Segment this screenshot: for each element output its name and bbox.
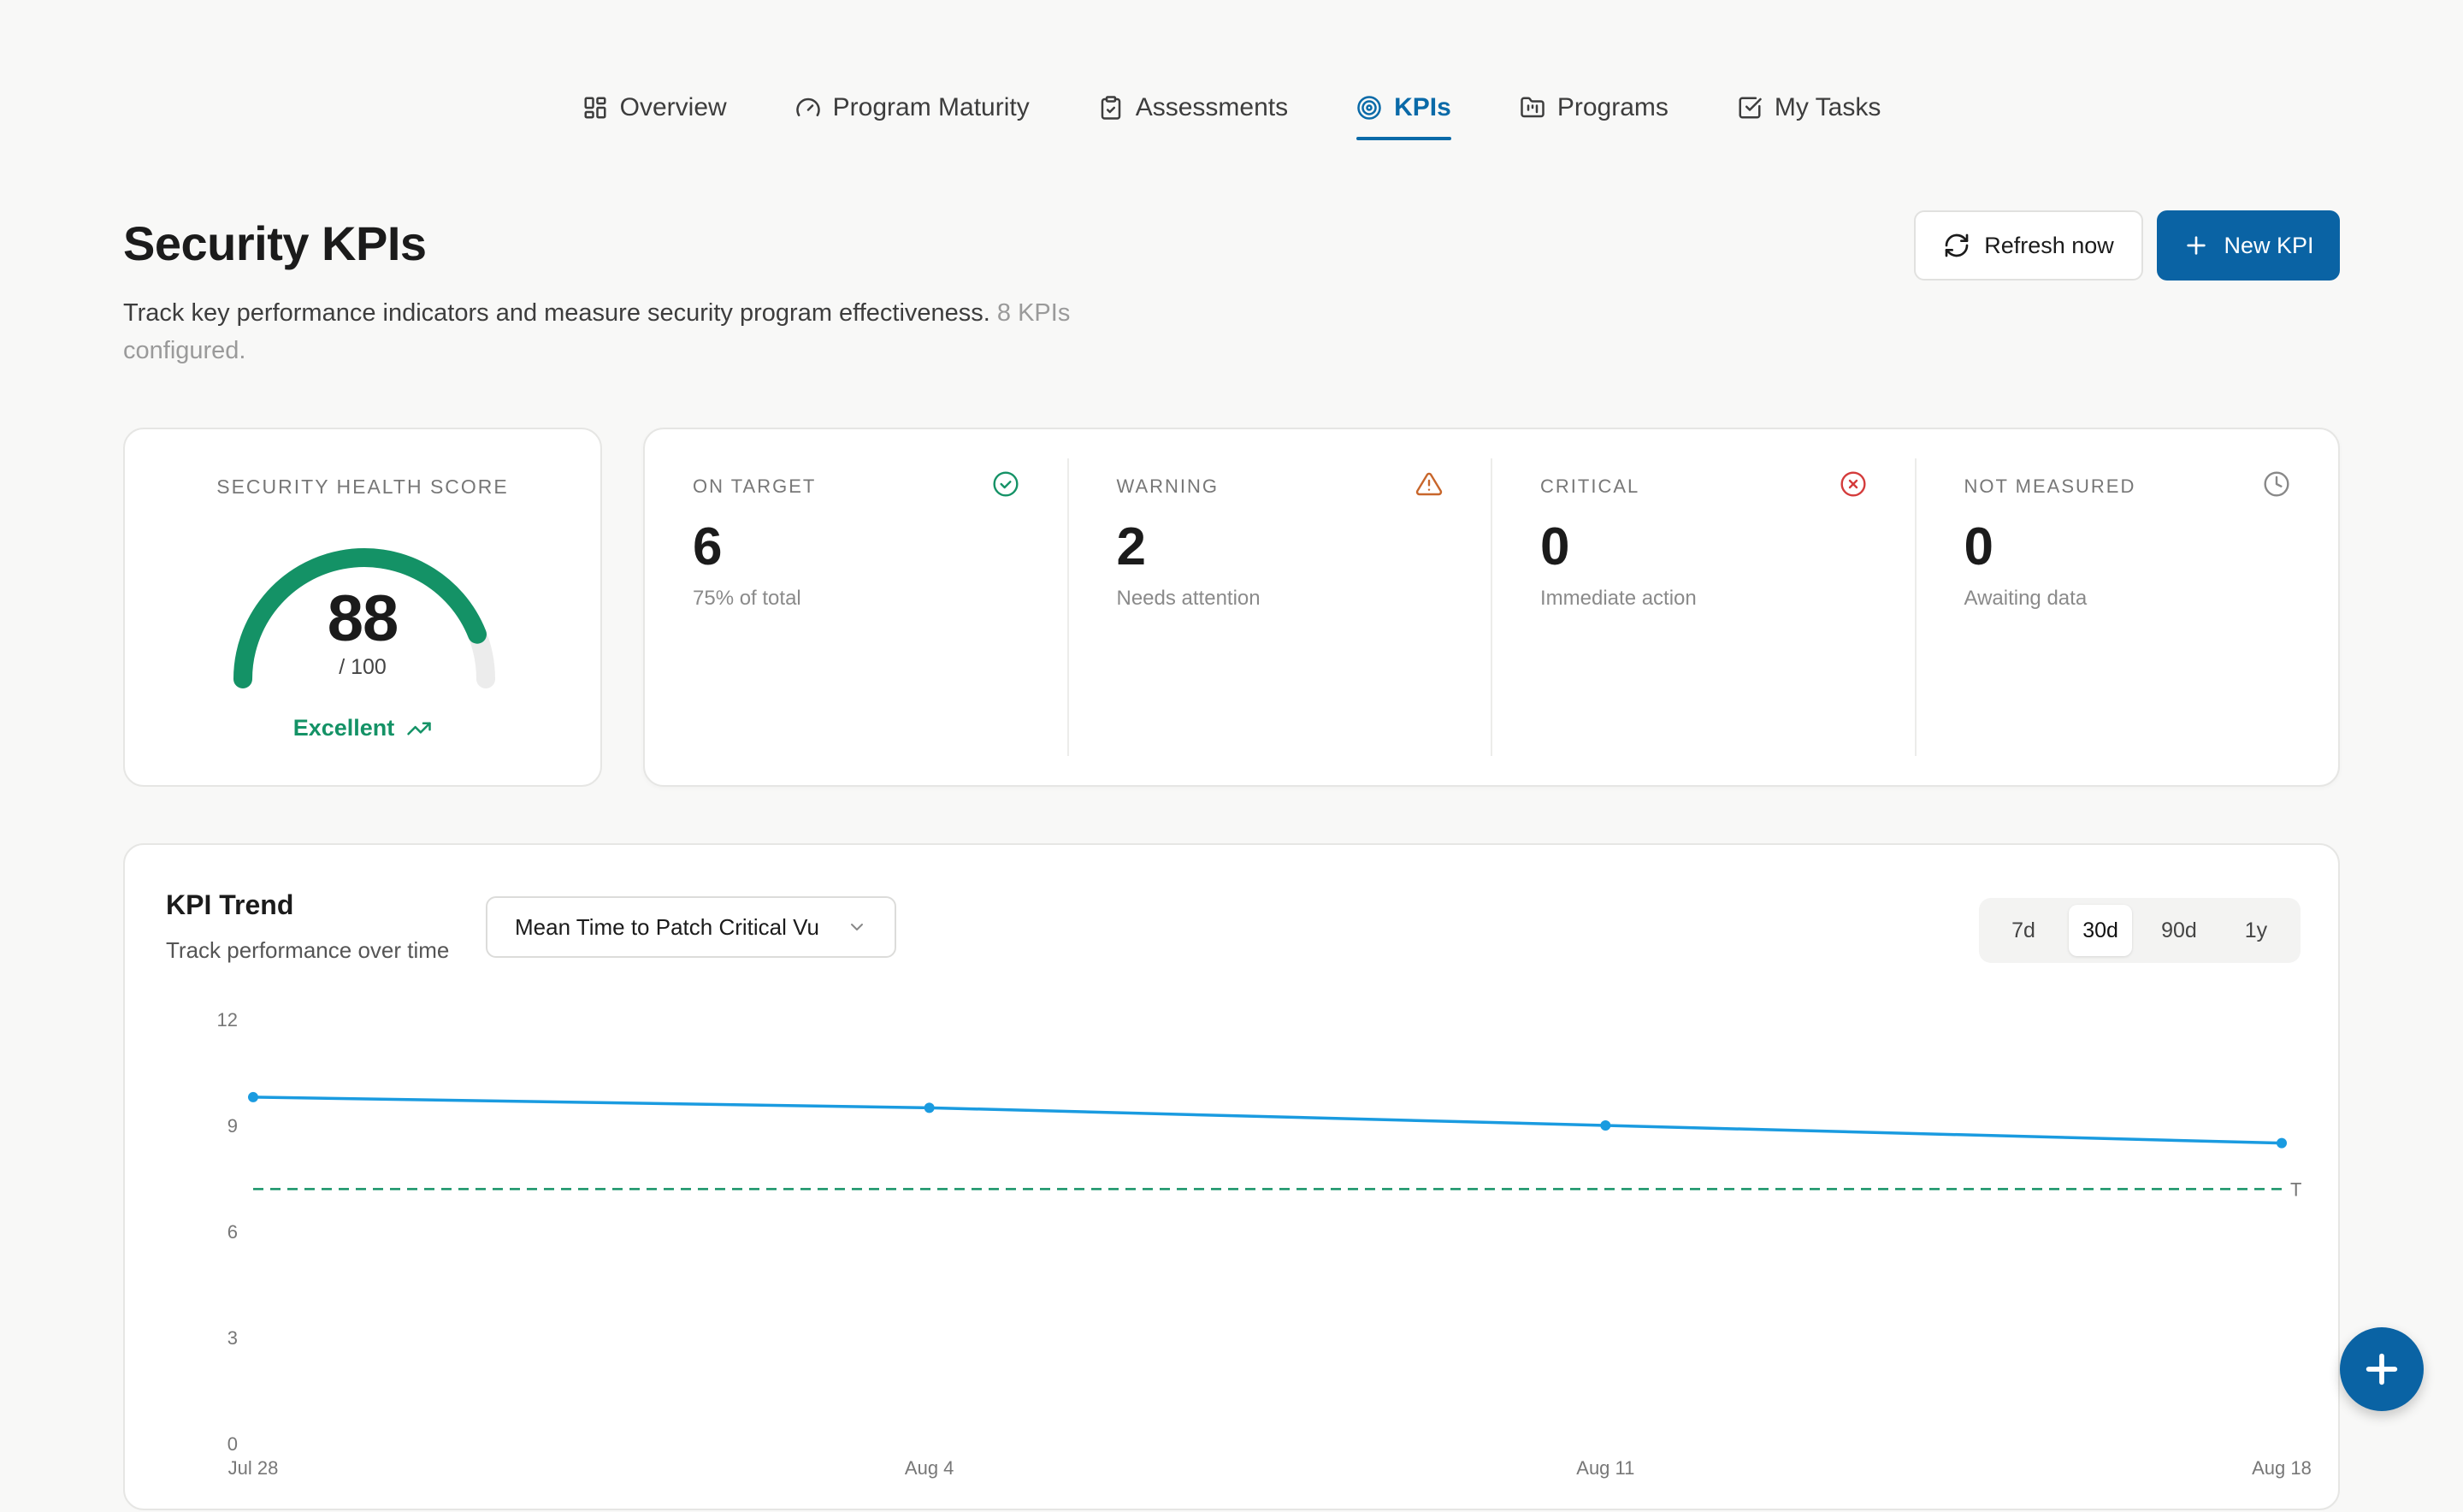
plus-icon	[2366, 1353, 2398, 1385]
x-tick-label: Jul 28	[228, 1457, 279, 1479]
x-circle-icon	[1840, 471, 1866, 497]
y-tick-label: 12	[217, 1009, 238, 1031]
y-tick-label: 9	[227, 1115, 238, 1137]
check-circle-icon	[992, 471, 1019, 497]
square-check-icon	[1739, 97, 1762, 119]
stat-not-measured: NOT MEASURED 0 Awaiting data	[1914, 458, 2339, 756]
tab-overview[interactable]: Overview	[582, 82, 727, 133]
series-line	[252, 1096, 2283, 1145]
x-tick-label: Aug 18	[2252, 1457, 2312, 1479]
stat-label: ON TARGET	[693, 475, 817, 497]
data-point	[248, 1091, 258, 1102]
grid-icon	[584, 97, 606, 119]
stat-value: 2	[1116, 517, 1146, 576]
health-score-label: SECURITY HEALTH SCORE	[216, 475, 509, 498]
tab-assessments[interactable]: Assessments	[1098, 82, 1288, 133]
floating-add-button[interactable]	[2340, 1327, 2424, 1411]
tab-label: My Tasks	[1774, 93, 1881, 121]
data-point	[1600, 1120, 1611, 1131]
health-score-max: / 100	[339, 655, 387, 679]
top-nav: Overview Program Maturity Assessments KP…	[0, 82, 2463, 144]
tab-label: Programs	[1556, 93, 1669, 121]
stat-note: Awaiting data	[1964, 587, 2088, 610]
page-description: Track key performance indicators and mea…	[123, 299, 990, 327]
stat-value: 0	[1964, 517, 1993, 576]
new-kpi-label: New KPI	[2224, 232, 2314, 258]
x-tick-label: Aug 4	[905, 1457, 954, 1479]
y-tick-label: 3	[227, 1327, 238, 1349]
tab-kpis[interactable]: KPIs	[1356, 82, 1451, 140]
tab-label: Assessments	[1135, 93, 1289, 121]
x-tick-label: Aug 11	[1576, 1457, 1634, 1479]
tab-my-tasks[interactable]: My Tasks	[1737, 82, 1881, 133]
folder-kanban-icon	[1521, 97, 1545, 118]
page-subtitle: Track key performance indicators and mea…	[123, 294, 1081, 369]
stat-warning: WARNING 2 Needs attention	[1066, 458, 1491, 756]
stat-label: WARNING	[1116, 475, 1220, 497]
tab-label: Overview	[619, 93, 727, 121]
health-status: Excellent	[125, 715, 600, 741]
stat-label: NOT MEASURED	[1964, 475, 2136, 497]
stat-critical: CRITICAL 0 Immediate action	[1491, 458, 1915, 756]
y-tick-label: 6	[227, 1221, 238, 1243]
refresh-label: Refresh now	[1984, 232, 2114, 258]
clipboard-check-icon	[1101, 96, 1120, 120]
tab-label: KPIs	[1394, 93, 1451, 121]
stat-note: Needs attention	[1116, 587, 1261, 610]
health-score-card: SECURITY HEALTH SCORE 88 / 100 Excellent	[123, 428, 602, 787]
refresh-button[interactable]: Refresh now	[1914, 210, 2143, 281]
data-point	[2277, 1137, 2287, 1149]
trend-chart: 0 3 6 9 12 Jul 28 Aug 4 Aug 11 Aug 18 T	[217, 1009, 2312, 1479]
kpi-status-card: ON TARGET 6 75% of total WARNING 2 Needs…	[643, 428, 2340, 787]
plus-icon	[2187, 236, 2206, 255]
target-icon	[1357, 96, 1381, 120]
target-label: T	[2290, 1178, 2301, 1200]
tab-label: Program Maturity	[832, 93, 1030, 121]
trending-up-icon	[407, 722, 432, 735]
page-title: Security KPIs	[123, 216, 427, 270]
clock-icon	[2264, 471, 2289, 497]
tab-programs[interactable]: Programs	[1520, 82, 1669, 133]
new-kpi-button[interactable]: New KPI	[2157, 210, 2340, 281]
kpi-trend-card: KPI Trend Track performance over time Me…	[123, 843, 2340, 1510]
stat-label: CRITICAL	[1540, 475, 1640, 497]
health-status-label: Excellent	[292, 715, 395, 741]
stat-on-target: ON TARGET 6 75% of total	[645, 458, 1067, 756]
stat-value: 0	[1540, 517, 1570, 576]
stat-note: 75% of total	[693, 587, 801, 610]
refresh-icon	[1945, 233, 1969, 257]
gauge-icon	[795, 97, 820, 116]
tab-program-maturity[interactable]: Program Maturity	[795, 82, 1030, 133]
data-point	[924, 1102, 935, 1113]
stat-value: 6	[693, 517, 723, 576]
health-score-value: 88	[327, 582, 399, 655]
stat-note: Immediate action	[1540, 587, 1697, 610]
warning-triangle-icon	[1415, 472, 1443, 496]
y-tick-label: 0	[227, 1433, 238, 1455]
